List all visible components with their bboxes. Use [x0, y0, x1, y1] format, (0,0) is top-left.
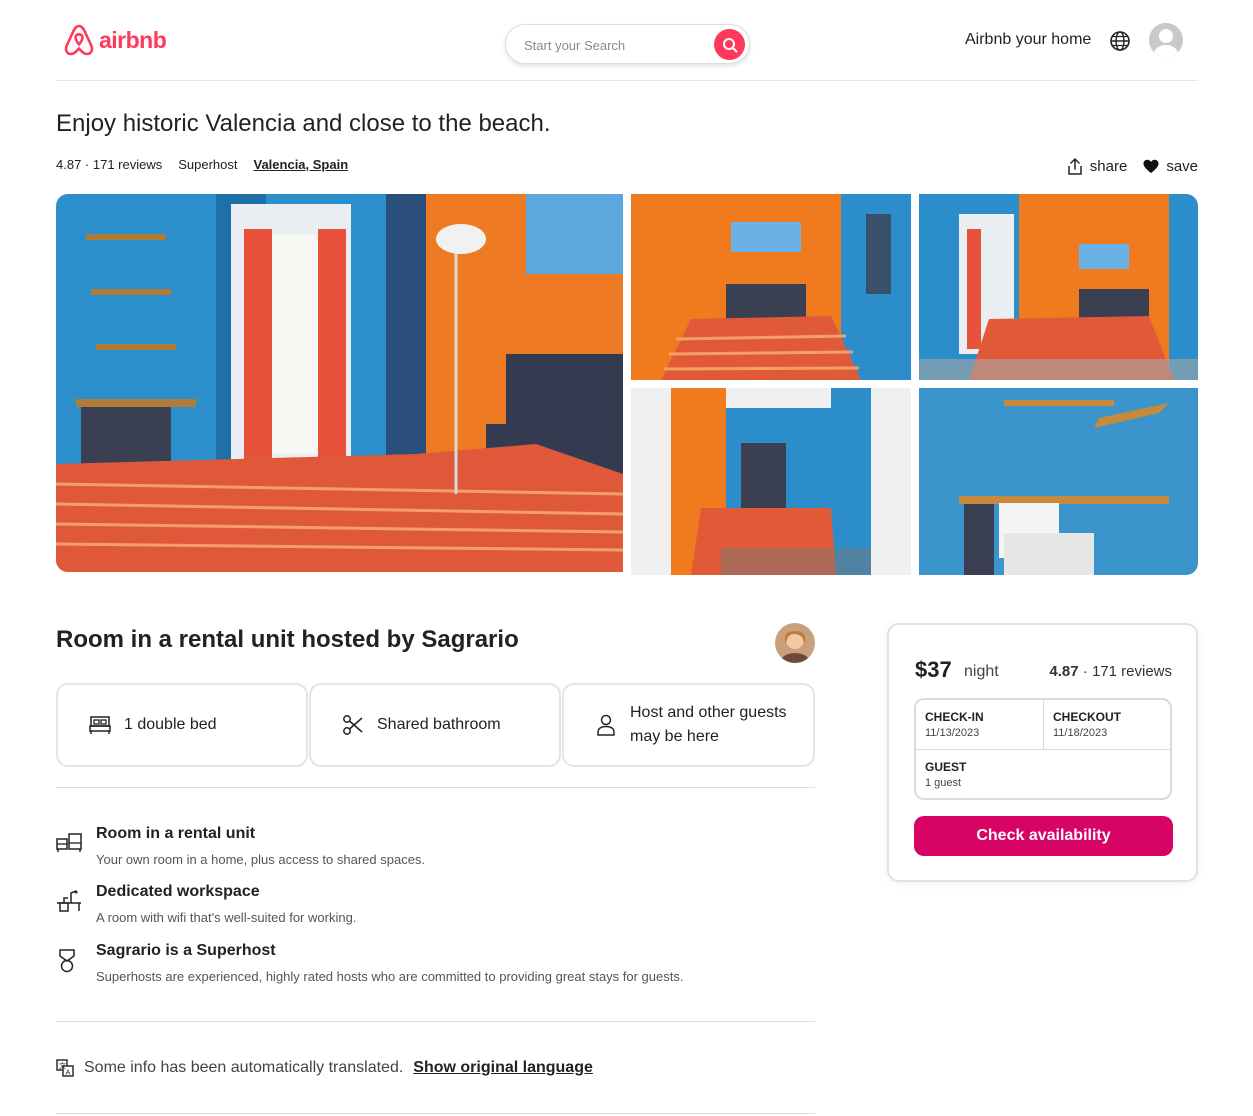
- checkout-label: CHECKOUT: [1053, 710, 1121, 724]
- checkin-field[interactable]: CHECK-IN 11/13/2023: [916, 700, 1044, 750]
- listing-meta: 4.87 · 171 reviews Superhost Valencia, S…: [56, 157, 348, 172]
- language-button[interactable]: [1109, 30, 1131, 57]
- gallery-photo-4[interactable]: [919, 388, 1198, 575]
- highlight-title: Dedicated workspace: [96, 883, 260, 900]
- gallery-photo-2[interactable]: [919, 194, 1198, 380]
- scissors-icon: [341, 714, 365, 736]
- bedroom-photo-main: [56, 194, 623, 572]
- booking-rating: 4.87 · 171 reviews: [1049, 663, 1172, 680]
- feature-label: Host and other guests may be here: [630, 704, 787, 745]
- airbnb-logo[interactable]: airbnb: [63, 23, 167, 57]
- guest-field[interactable]: GUEST 1 guest: [916, 750, 1170, 798]
- feature-cards: 1 double bed Shared bathroom Host and ot…: [56, 683, 815, 767]
- svg-text:A: A: [66, 1069, 71, 1077]
- search-button[interactable]: [714, 29, 745, 60]
- listing-actions: share save: [1067, 158, 1198, 175]
- listing-rating-reviews[interactable]: 4.87 · 171 reviews: [56, 157, 162, 172]
- workspace-photo: [919, 388, 1198, 575]
- user-avatar[interactable]: [1149, 23, 1183, 57]
- feature-label: 1 double bed: [124, 716, 217, 733]
- save-button[interactable]: save: [1143, 158, 1198, 175]
- bedroom-photo-3: [631, 388, 911, 575]
- room-title: Room in a rental unit hosted by Sagrario: [56, 626, 519, 653]
- section-divider: [56, 1021, 815, 1022]
- user-avatar-icon: [1149, 23, 1183, 57]
- highlight-title: Room in a rental unit: [96, 825, 256, 842]
- airbnb-your-home-link[interactable]: Airbnb your home: [965, 31, 1091, 49]
- workspace-icon: [56, 889, 82, 915]
- checkout-field[interactable]: CHECKOUT 11/18/2023: [1044, 700, 1170, 750]
- highlight-desc: A room with wifi that's well-suited for …: [96, 910, 357, 925]
- feature-label: Shared bathroom: [377, 716, 501, 733]
- photo-gallery: [56, 194, 1198, 575]
- rental-unit-icon: [56, 831, 82, 857]
- section-divider: [56, 1113, 815, 1114]
- superhost-medal-icon: [56, 948, 82, 974]
- booking-card: $37 night 4.87 · 171 reviews CHECK-IN 11…: [887, 623, 1198, 882]
- logo-text: airbnb: [99, 26, 167, 53]
- feature-card-bed: 1 double bed: [56, 683, 308, 767]
- translate-icon: 文 A: [56, 1059, 74, 1077]
- translation-notice: 文 A Some info has been automatically tra…: [56, 1059, 593, 1077]
- gallery-photo-1[interactable]: [631, 194, 911, 380]
- save-label: save: [1166, 158, 1198, 175]
- listing-title: Enjoy historic Valencia and close to the…: [56, 110, 551, 137]
- bed-icon: [88, 715, 112, 735]
- share-icon: [1068, 158, 1082, 175]
- guest-label: GUEST: [925, 760, 967, 774]
- search-input[interactable]: [524, 35, 704, 55]
- check-availability-button[interactable]: Check availability: [914, 816, 1173, 856]
- main-photo[interactable]: [56, 194, 623, 572]
- search-icon: [722, 37, 737, 52]
- location-link[interactable]: Valencia, Spain: [254, 157, 349, 172]
- booking-reviews[interactable]: · 171 reviews: [1083, 663, 1172, 680]
- highlight-desc: Your own room in a home, plus access to …: [96, 852, 426, 867]
- bedroom-photo-1: [631, 194, 911, 380]
- checkout-value: 11/18/2023: [1053, 727, 1108, 739]
- highlight-title: Sagrario is a Superhost: [96, 942, 276, 959]
- superhost-label: Superhost: [178, 157, 238, 172]
- airbnb-logo-icon: [64, 24, 94, 56]
- person-icon: [594, 714, 618, 736]
- nightly-price: $37: [915, 657, 952, 682]
- translation-text: Some info has been automatically transla…: [84, 1059, 404, 1076]
- globe-icon: [1110, 31, 1130, 51]
- feature-card-guests: Host and other guests may be here: [562, 683, 815, 767]
- section-divider: [56, 787, 815, 788]
- share-button[interactable]: share: [1067, 158, 1128, 175]
- feature-card-bathroom: Shared bathroom: [309, 683, 561, 767]
- show-original-language-link[interactable]: Show original language: [413, 1059, 593, 1077]
- highlight-desc: Superhosts are experienced, highly rated…: [96, 969, 684, 984]
- host-photo: [775, 623, 815, 663]
- bedroom-photo-2: [919, 194, 1198, 380]
- date-guest-picker: CHECK-IN 11/13/2023 CHECKOUT 11/18/2023 …: [914, 698, 1172, 800]
- guest-value: 1 guest: [925, 777, 962, 789]
- share-label: share: [1089, 158, 1128, 175]
- host-avatar[interactable]: [775, 623, 815, 663]
- gallery-photo-3[interactable]: [631, 388, 911, 575]
- checkin-label: CHECK-IN: [925, 710, 984, 724]
- heart-icon: [1143, 159, 1159, 173]
- search-bar[interactable]: [505, 24, 750, 64]
- booking-rating-value: 4.87: [1049, 663, 1079, 680]
- price-unit: night: [964, 663, 999, 680]
- checkin-value: 11/13/2023: [925, 727, 980, 739]
- top-header: airbnb Airbnb your home: [56, 0, 1198, 81]
